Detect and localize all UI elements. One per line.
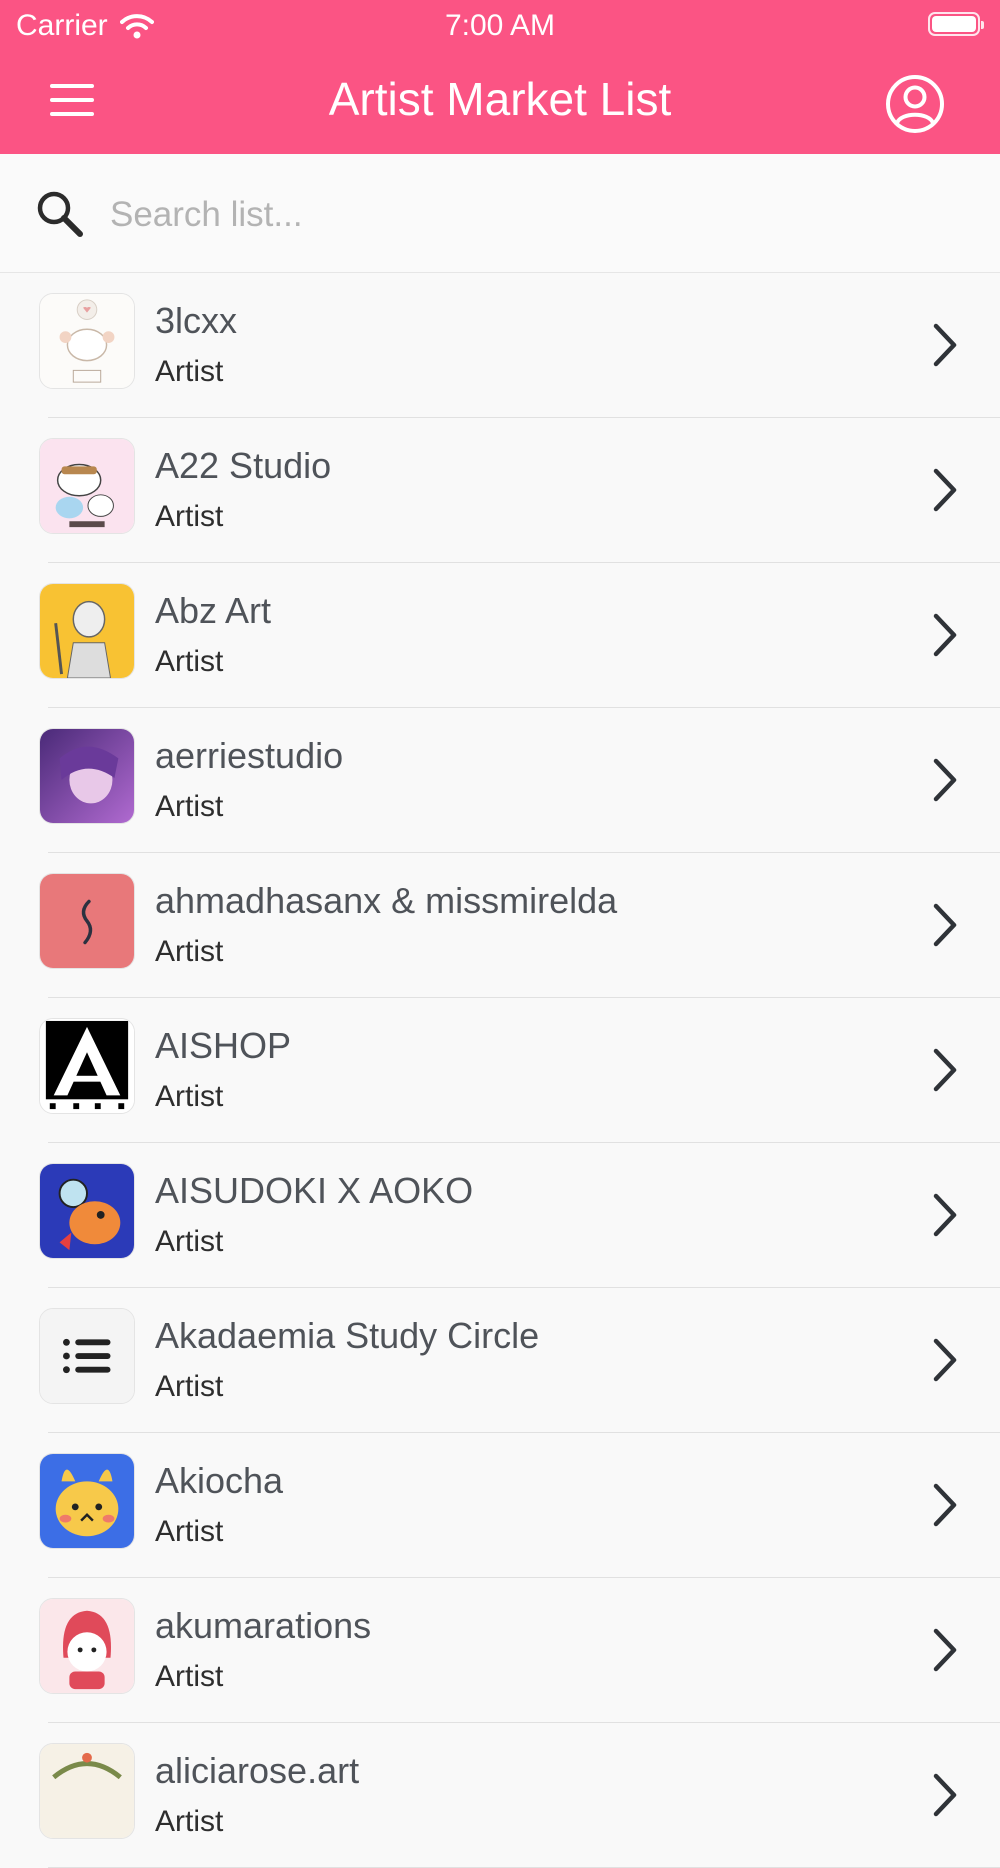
- search-icon: [37, 191, 83, 237]
- chevron-right-icon: [933, 613, 957, 657]
- chevron-right-icon: [933, 758, 957, 802]
- artist-name: 3lcxx: [155, 300, 238, 341]
- list-item[interactable]: aliciarose.art Artist: [0, 1723, 1000, 1868]
- artist-subtitle: Artist: [155, 1370, 224, 1403]
- status-time: 7:00 AM: [444, 9, 556, 42]
- search-input[interactable]: [108, 184, 972, 246]
- artist-name: AISHOP: [155, 1025, 292, 1066]
- artist-subtitle: Artist: [155, 1660, 224, 1693]
- artist-subtitle: Artist: [155, 500, 224, 533]
- artist-avatar: [39, 1163, 135, 1259]
- chevron-right-icon: [933, 1193, 957, 1237]
- artist-name: A22 Studio: [155, 445, 332, 486]
- artist-avatar: [39, 1018, 135, 1114]
- artist-avatar: [39, 1743, 135, 1839]
- search-bar: [0, 154, 1000, 273]
- chevron-right-icon: [933, 1483, 957, 1527]
- artist-subtitle: Artist: [155, 935, 224, 968]
- list-item[interactable]: Akadaemia Study Circle Artist: [0, 1288, 1000, 1433]
- artist-avatar: [39, 1598, 135, 1694]
- artist-avatar: [39, 873, 135, 969]
- artist-name: AISUDOKI X AOKO: [155, 1170, 474, 1211]
- page-title: Artist Market List: [328, 73, 672, 125]
- list-item[interactable]: A22 Studio Artist: [0, 418, 1000, 563]
- list-item[interactable]: AISHOP Artist: [0, 998, 1000, 1143]
- artist-name: aliciarose.art: [155, 1750, 360, 1791]
- profile-button[interactable]: [884, 73, 946, 135]
- artist-name: aerriestudio: [155, 735, 344, 776]
- artist-name: akumarations: [155, 1605, 372, 1646]
- artist-avatar: [39, 293, 135, 389]
- artist-avatar: [39, 1453, 135, 1549]
- artist-name: Akiocha: [155, 1460, 284, 1501]
- list-item[interactable]: aerriestudio Artist: [0, 708, 1000, 853]
- chevron-right-icon: [933, 903, 957, 947]
- list-item[interactable]: 3lcxx Artist: [0, 273, 1000, 418]
- artist-subtitle: Artist: [155, 1225, 224, 1258]
- artist-avatar: [39, 438, 135, 534]
- artist-avatar: [39, 728, 135, 824]
- list-item[interactable]: Akiocha Artist: [0, 1433, 1000, 1578]
- chevron-right-icon: [933, 1628, 957, 1672]
- list-item[interactable]: ahmadhasanx & missmirelda Artist: [0, 853, 1000, 998]
- artist-subtitle: Artist: [155, 645, 224, 678]
- artist-subtitle: Artist: [155, 1805, 224, 1838]
- chevron-right-icon: [933, 468, 957, 512]
- chevron-right-icon: [933, 323, 957, 367]
- artist-avatar-placeholder: [39, 1308, 135, 1404]
- chevron-right-icon: [933, 1048, 957, 1092]
- list-item[interactable]: Abz Art Artist: [0, 563, 1000, 708]
- chevron-right-icon: [933, 1338, 957, 1382]
- artist-subtitle: Artist: [155, 1080, 224, 1113]
- artist-subtitle: Artist: [155, 790, 224, 823]
- app-header: Carrier 7:00 AM Artist Market List: [0, 0, 1000, 154]
- artist-avatar: [39, 583, 135, 679]
- user-circle-icon: [886, 75, 944, 133]
- artist-subtitle: Artist: [155, 355, 224, 388]
- artist-subtitle: Artist: [155, 1515, 224, 1548]
- artist-name: Abz Art: [155, 590, 272, 631]
- list-item[interactable]: AISUDOKI X AOKO Artist: [0, 1143, 1000, 1288]
- battery-icon: [928, 12, 984, 36]
- artist-name: Akadaemia Study Circle: [155, 1315, 540, 1356]
- list-item[interactable]: akumarations Artist: [0, 1578, 1000, 1723]
- artist-name: ahmadhasanx & missmirelda: [155, 880, 618, 921]
- artist-list: 3lcxx Artist A22 Studio Artist Abz Art A…: [0, 273, 1000, 1868]
